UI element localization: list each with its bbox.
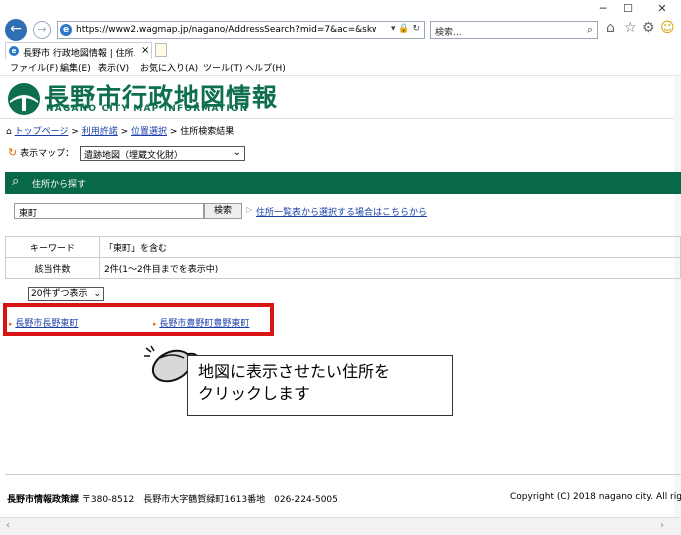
callout-line: 地図に表示させたい住所を	[198, 362, 391, 381]
count-label: 該当件数	[5, 257, 100, 279]
browser-tab[interactable]: e 長野市 行政地図情報 | 住所... ×	[5, 42, 152, 59]
map-select-value: 遺跡地図（埋蔵文化財）	[84, 151, 184, 161]
address-list-link[interactable]: 住所一覧表から選択する場合はこちらから	[256, 205, 427, 218]
vertical-scrollbar[interactable]	[674, 76, 681, 517]
tab-favicon-icon: e	[9, 46, 19, 56]
home-icon[interactable]: ⌂	[606, 20, 615, 36]
scroll-right-icon[interactable]: ›	[660, 520, 664, 531]
menu-help[interactable]: ヘルプ(H)	[245, 61, 286, 74]
result-arrow-icon: ▸	[153, 320, 157, 328]
maximize-button[interactable]: ☐	[620, 2, 636, 16]
chevron-down-icon: ⌄	[232, 147, 241, 158]
tab-title: 長野市 行政地図情報 | 住所...	[23, 49, 135, 59]
breadcrumb-sep: >	[166, 127, 181, 137]
menu-view[interactable]: 表示(V)	[98, 61, 129, 74]
count-value: 2件(1～2件目までを表示中)	[99, 257, 681, 279]
section-header: ⌕ 住所から探す	[5, 172, 681, 194]
breadcrumb: ⌂ トップページ > 利用許諾 > 位置選択 > 住所検索結果	[6, 124, 234, 137]
window-title-bar: ─ ☐ ✕	[0, 0, 681, 18]
footer-address: 〒380-8512 長野市大字鶴賀緑町1613番地 026-224-5005	[81, 495, 338, 505]
minimize-button[interactable]: ─	[595, 2, 611, 16]
footer-copyright: Copyright (C) 2018 nagano city. All righ…	[510, 492, 681, 502]
address-search-input[interactable]: 東町	[14, 203, 204, 219]
search-icon: ⌕	[12, 174, 20, 189]
breadcrumb-location[interactable]: 位置選択	[131, 127, 167, 137]
result-link[interactable]: 長野市長野東町	[15, 319, 78, 329]
menu-edit[interactable]: 編集(E)	[60, 61, 91, 74]
search-button[interactable]: 検索	[204, 203, 242, 219]
callout-line: クリックします	[198, 384, 311, 403]
chevron-down-icon: ⌄	[93, 289, 101, 299]
footer-contact: 長野市情報政策課 〒380-8512 長野市大字鶴賀緑町1613番地 026-2…	[7, 492, 338, 505]
instruction-callout: 地図に表示させたい住所を クリックします	[187, 355, 453, 416]
address-bar[interactable]: e https://www2.wagmap.jp/nagano/AddressS…	[57, 21, 425, 39]
breadcrumb-sep: >	[68, 127, 82, 137]
result-item[interactable]: ▸ 長野市長野東町	[9, 316, 78, 329]
keyword-value: 「東町」を含む	[99, 236, 681, 258]
address-bar-icons[interactable]: ▾ 🔒 ↻	[391, 24, 420, 34]
breadcrumb-sep: >	[117, 127, 131, 137]
ie-page-icon: e	[60, 24, 72, 36]
result-item[interactable]: ▸ 長野市豊野町豊野東町	[153, 316, 249, 329]
search-placeholder: 検索...	[435, 28, 462, 38]
result-arrow-icon: ▸	[9, 320, 13, 328]
footer-divider	[5, 474, 681, 475]
per-page-value: 20件ずつ表示	[31, 289, 88, 299]
table-row: キーワード 「東町」を含む	[5, 236, 681, 258]
table-row: 該当件数 2件(1～2件目までを表示中)	[5, 257, 681, 279]
favorites-star-icon[interactable]: ☆	[624, 20, 637, 36]
map-select-dropdown[interactable]: 遺跡地図（埋蔵文化財） ⌄	[80, 146, 245, 161]
result-link[interactable]: 長野市豊野町豊野東町	[159, 319, 249, 329]
result-info-table: キーワード 「東町」を含む 該当件数 2件(1～2件目までを表示中)	[5, 236, 681, 279]
section-title: 住所から探す	[32, 180, 87, 190]
per-page-select[interactable]: 20件ずつ表示 ⌄	[28, 287, 104, 301]
footer-org: 長野市情報政策課	[7, 495, 80, 505]
url-text[interactable]: https://www2.wagmap.jp/nagano/AddressSea…	[76, 25, 376, 35]
home-icon: ⌂	[6, 127, 12, 137]
settings-gear-icon[interactable]: ⚙	[642, 20, 655, 36]
breadcrumb-current: 住所検索結果	[180, 127, 235, 137]
menu-favorites[interactable]: お気に入り(A)	[140, 61, 198, 74]
breadcrumb-top[interactable]: トップページ	[15, 127, 69, 137]
forward-button[interactable]: →	[33, 21, 51, 39]
browser-search-box[interactable]: 検索... ⌕	[430, 21, 598, 39]
arrow-right-icon: ▷	[246, 205, 253, 214]
menu-tools[interactable]: ツール(T)	[203, 61, 243, 74]
nagano-city-emblem-icon[interactable]	[6, 81, 42, 117]
keyword-label: キーワード	[5, 236, 100, 258]
map-select-row: ↻ 表示マップ：	[8, 146, 74, 159]
back-button[interactable]: ←	[5, 19, 27, 41]
scroll-left-icon[interactable]: ‹	[6, 520, 10, 531]
horizontal-scrollbar[interactable]: ‹ ›	[0, 517, 681, 535]
new-tab-button[interactable]	[155, 43, 167, 57]
refresh-map-icon: ↻	[8, 146, 18, 159]
feedback-smiley-icon[interactable]: ☺	[660, 20, 675, 36]
site-logo-subtitle: NAGANO CITY MAP INFORMATION	[46, 104, 249, 114]
menu-bar: ファイル(F) 編集(E) 表示(V) お気に入り(A) ツール(T) ヘルプ(…	[0, 60, 681, 76]
tab-close-icon[interactable]: ×	[141, 45, 149, 56]
map-select-label: 表示マップ：	[20, 149, 75, 159]
breadcrumb-license[interactable]: 利用許諾	[82, 127, 118, 137]
search-icon[interactable]: ⌕	[587, 23, 593, 37]
close-window-button[interactable]: ✕	[654, 2, 670, 16]
menu-file[interactable]: ファイル(F)	[10, 61, 58, 74]
